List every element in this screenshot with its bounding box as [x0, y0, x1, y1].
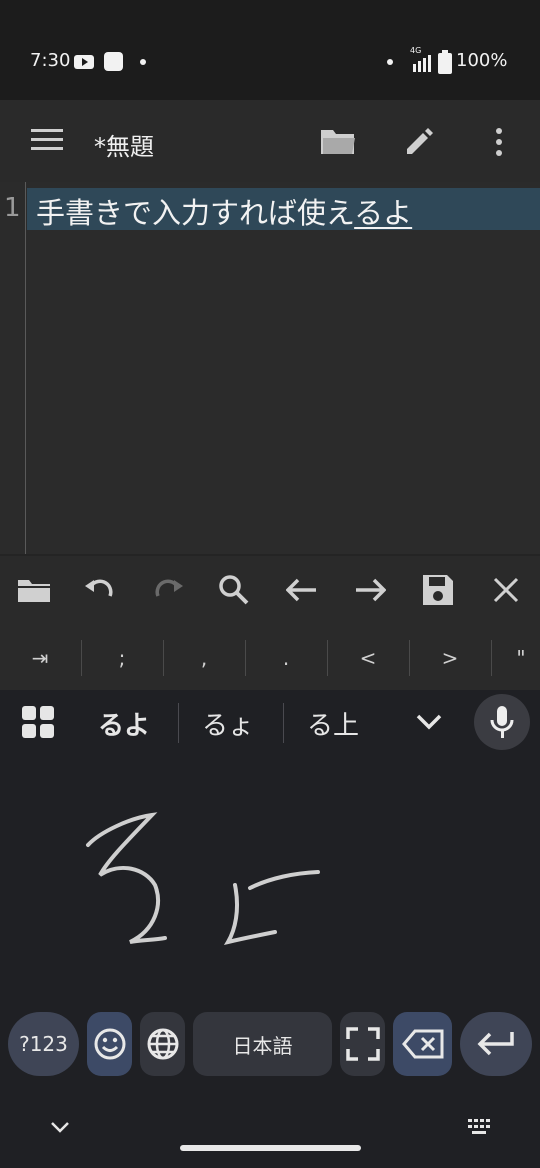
committed-text: 手書きで入力すれば使え: [36, 196, 355, 230]
candidate-separator: [283, 703, 284, 743]
folder-icon: [18, 580, 50, 602]
composing-text: るよ: [354, 196, 413, 230]
search-icon: [219, 575, 249, 605]
search-button[interactable]: [214, 570, 254, 610]
fullscreen-icon: [345, 1027, 380, 1061]
symbol-separator: [81, 640, 82, 676]
voice-input-button[interactable]: [474, 694, 530, 750]
handwriting-stroke: [223, 883, 277, 946]
cursor-right-button[interactable]: [350, 570, 390, 610]
status-dot-icon: [387, 59, 393, 65]
document-title: *無題: [94, 133, 154, 161]
fullscreen-key[interactable]: [340, 1012, 385, 1076]
editor-line[interactable]: 手書きで入力すれば使えるよ: [36, 190, 412, 232]
grid-icon[interactable]: [22, 706, 54, 738]
close-button[interactable]: [486, 570, 526, 610]
enter-key[interactable]: [460, 1012, 532, 1076]
symbol-separator: [491, 640, 492, 676]
app-toolbar: [0, 100, 540, 182]
emoji-icon: [94, 1028, 125, 1060]
more-vert-icon[interactable]: [494, 127, 504, 157]
symbols-key-label: ?123: [19, 1032, 68, 1056]
undo-icon: [85, 579, 113, 597]
signal-icon: [413, 55, 431, 72]
emoji-key[interactable]: [87, 1012, 132, 1076]
quote-symbol-key[interactable]: ": [502, 638, 540, 678]
close-icon: [493, 577, 519, 603]
mic-icon: [490, 706, 514, 738]
redo-button[interactable]: [148, 570, 188, 610]
pencil-icon[interactable]: [403, 125, 435, 157]
hide-keyboard-chevron-icon[interactable]: [50, 1120, 70, 1134]
menu-icon[interactable]: [31, 128, 63, 152]
enter-icon: [477, 1032, 514, 1056]
globe-icon: [147, 1028, 178, 1060]
symbol-separator: [163, 640, 164, 676]
notification-dot-icon: [140, 59, 146, 65]
period-symbol-key[interactable]: .: [256, 638, 316, 678]
handwriting-canvas[interactable]: [0, 770, 540, 1000]
folder-open-icon[interactable]: [320, 126, 356, 156]
semicolon-symbol-key[interactable]: ;: [92, 638, 152, 678]
status-time: 7:30: [30, 50, 71, 71]
symbol-separator: [245, 640, 246, 676]
symbol-separator: [327, 640, 328, 676]
app-notification-icon: [104, 52, 123, 71]
symbol-separator: [409, 640, 410, 676]
battery-percent: 100%: [456, 50, 508, 71]
tab-symbol-key[interactable]: ⇥: [10, 638, 70, 678]
open-file-button[interactable]: [14, 570, 54, 610]
backspace-icon: [401, 1029, 443, 1059]
comma-symbol-key[interactable]: ,: [174, 638, 234, 678]
redo-icon: [155, 579, 183, 597]
chevron-down-icon[interactable]: [415, 713, 443, 731]
undo-button[interactable]: [80, 570, 120, 610]
editor-area[interactable]: [0, 182, 540, 554]
less-than-symbol-key[interactable]: <: [338, 638, 398, 678]
battery-icon: [438, 50, 452, 74]
handwriting-stroke: [86, 812, 167, 944]
gesture-nav-handle[interactable]: [180, 1145, 361, 1151]
save-icon: [423, 575, 453, 605]
cursor-left-button[interactable]: [282, 570, 322, 610]
symbols-key[interactable]: ?123: [8, 1012, 79, 1076]
candidate-3[interactable]: る上: [307, 705, 359, 742]
line-number: 1: [4, 193, 21, 223]
candidate-2[interactable]: るょ: [202, 705, 254, 742]
space-key[interactable]: 日本語: [193, 1012, 332, 1076]
youtube-notification-icon: [74, 55, 94, 69]
candidate-separator: [178, 703, 179, 743]
gutter-divider: [25, 182, 26, 554]
greater-than-symbol-key[interactable]: >: [420, 638, 480, 678]
arrow-right-icon: [356, 578, 386, 602]
backspace-key[interactable]: [393, 1012, 452, 1076]
language-switch-key[interactable]: [140, 1012, 185, 1076]
arrow-left-icon: [286, 578, 316, 602]
handwriting-stroke: [248, 870, 320, 890]
save-button[interactable]: [418, 570, 458, 610]
space-key-label: 日本語: [232, 1033, 293, 1058]
keyboard-icon[interactable]: [467, 1118, 495, 1136]
candidate-1[interactable]: るよ: [98, 705, 150, 742]
